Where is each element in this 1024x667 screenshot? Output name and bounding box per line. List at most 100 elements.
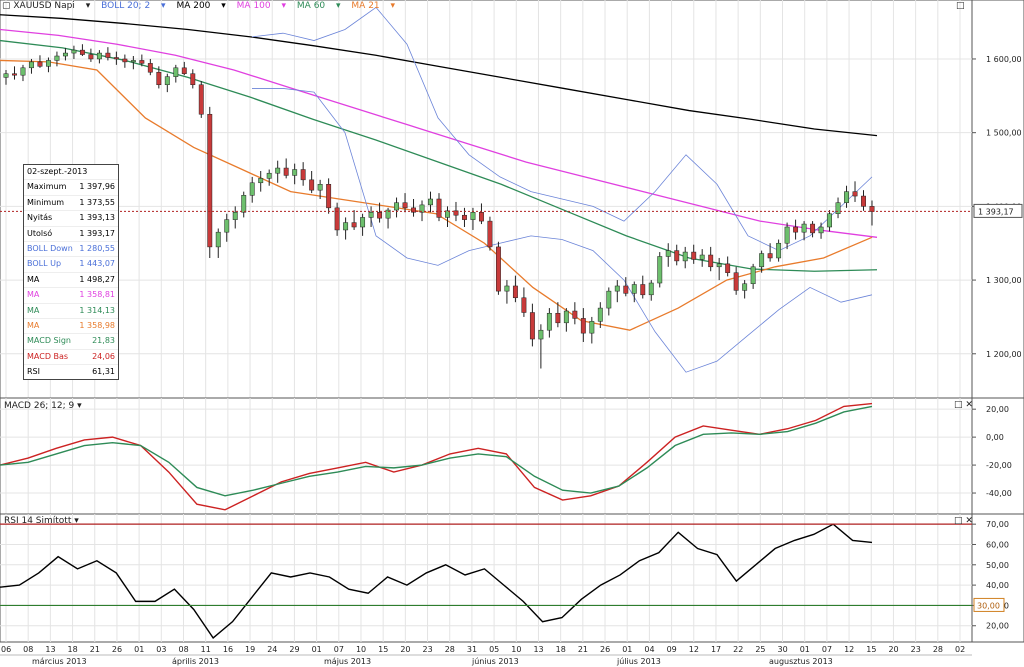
candle (96, 52, 102, 60)
candle (326, 184, 332, 209)
info-row: MA 1 358,81 (24, 287, 118, 302)
month-label: július 2013 (616, 657, 661, 666)
info-row: BOLL Up 1 443,07 (24, 256, 118, 271)
info-row: BOLL Down 1 280,55 (24, 240, 118, 256)
candle (54, 55, 60, 61)
candle (470, 212, 476, 220)
candle (88, 54, 94, 60)
info-row-value: 1 358,98 (79, 320, 115, 330)
candle (241, 195, 247, 213)
rsi-maximize-icon[interactable]: □ ✕ (954, 516, 973, 526)
candle (733, 272, 739, 291)
candle (37, 61, 43, 67)
month-label: március 2013 (32, 657, 87, 666)
rsi-level-label: 30,00 (977, 601, 1000, 610)
indicator-ma200[interactable]: MA 200 ▾ (176, 1, 225, 11)
x-tick-label: 21 (90, 645, 100, 654)
candle (300, 169, 306, 181)
indicator-ma100-label: MA 100 (236, 1, 271, 11)
info-row: MACD Sign 21,83 (24, 333, 118, 348)
x-tick-label: 20 (888, 645, 898, 654)
info-row: MA 1 314,13 (24, 302, 118, 318)
indicator-ma21[interactable]: MA 21 ▾ (351, 1, 395, 11)
x-tick-label: 28 (445, 645, 455, 654)
info-row-label: BOLL Up (27, 259, 62, 269)
indicator-ma100[interactable]: MA 100 ▾ (237, 1, 286, 11)
y-tick-label: 20,00 (986, 622, 1009, 631)
macd-label-text: MACD 26; 12; 9 (4, 401, 75, 411)
info-row-label: MACD Sign (27, 336, 71, 346)
candle (360, 217, 366, 228)
candle (793, 226, 799, 233)
info-row-value: 1 314,13 (79, 305, 115, 315)
candle (623, 285, 629, 294)
x-tick-label: 07 (822, 645, 832, 654)
candle (164, 76, 170, 86)
indicator-ma200-label: MA 200 (176, 1, 211, 11)
candle (614, 285, 620, 292)
candle (428, 198, 433, 206)
x-tick-label: 01 (800, 645, 810, 654)
candle (589, 321, 595, 334)
candle (266, 172, 272, 179)
candle (130, 60, 136, 63)
info-row-value: 1 393,13 (79, 213, 115, 223)
symbol-label[interactable]: ▢ XAUUSD Napi ▾ (2, 1, 90, 11)
info-date: 02-szept.-2013 (27, 167, 88, 176)
candle (759, 253, 765, 268)
x-tick-label: 17 (711, 645, 721, 654)
x-tick-label: 09 (667, 645, 677, 654)
x-tick-label: 01 (134, 645, 144, 654)
info-date-row: 02-szept.-2013 (24, 165, 118, 179)
info-row: Nyitás 1 393,13 (24, 210, 118, 225)
candle (275, 167, 281, 174)
info-row-value: 1 498,27 (79, 274, 115, 284)
info-row-label: RSI (27, 367, 40, 377)
last-price-label: 1 393,17 (978, 207, 1014, 216)
candle (648, 282, 654, 296)
x-tick-label: 01 (622, 645, 632, 654)
candle (368, 212, 374, 218)
y-tick-label: 40,00 (986, 581, 1009, 590)
info-row-value: 1 358,81 (79, 290, 115, 300)
y-tick-label: 50,00 (986, 561, 1009, 570)
macd-maximize-icon[interactable]: □ ✕ (954, 400, 973, 410)
candle (3, 73, 9, 78)
x-tick-label: 04 (644, 645, 654, 654)
x-tick-label: 02 (955, 645, 965, 654)
candle (640, 284, 646, 296)
info-row-value: 1 373,55 (79, 197, 115, 207)
candle (139, 60, 145, 64)
x-tick-label: 30 (778, 645, 788, 654)
rsi-panel-label[interactable]: RSI 14 Simított ▾ (4, 516, 79, 526)
candle (665, 250, 671, 257)
candle (750, 266, 756, 285)
candle (776, 242, 782, 259)
candle (232, 212, 238, 220)
x-tick-label: 31 (467, 645, 477, 654)
candle (377, 212, 383, 219)
maximize-icon[interactable]: □ (956, 1, 965, 11)
candle (725, 263, 731, 273)
candle (716, 263, 722, 268)
candle (479, 212, 484, 222)
candle (62, 52, 68, 57)
candle (224, 219, 230, 233)
indicator-boll[interactable]: BOLL 20; 2 ▾ (101, 1, 165, 11)
panel-frame (0, 513, 1024, 643)
y-tick-label: 0,00 (986, 433, 1004, 442)
x-tick-label: 10 (511, 645, 521, 654)
info-row: Utolsó 1 393,17 (24, 225, 118, 241)
x-tick-label: 22 (733, 645, 743, 654)
candle (529, 312, 535, 340)
info-row: MACD Bas 24,06 (24, 348, 118, 364)
candle (682, 251, 688, 262)
candle (436, 198, 442, 218)
candle (113, 57, 119, 60)
candle (317, 184, 323, 191)
x-tick-label: 23 (423, 645, 433, 654)
candle (351, 222, 357, 228)
indicator-ma60[interactable]: MA 60 ▾ (297, 1, 341, 11)
candle (827, 213, 832, 228)
macd-panel-label[interactable]: MACD 26; 12; 9 ▾ (4, 401, 82, 411)
